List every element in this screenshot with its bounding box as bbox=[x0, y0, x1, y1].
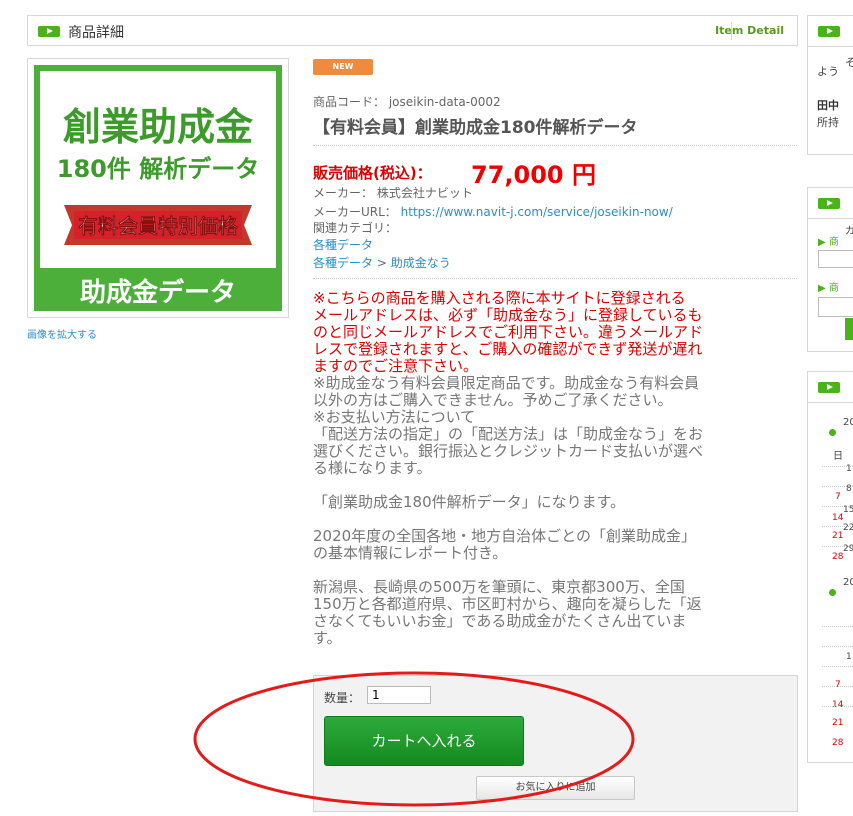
calendar-bullet-icon bbox=[829, 589, 836, 596]
section-title: 商品詳細 bbox=[68, 25, 124, 41]
image-footer: 助成金データ bbox=[80, 277, 236, 308]
maker-url-row: メーカーURL： https://www.navit-j.com/service… bbox=[313, 203, 673, 220]
maker-url-label: メーカーURL： bbox=[313, 205, 397, 219]
calendar-day: 1 bbox=[846, 652, 852, 662]
arrow-icon bbox=[818, 198, 840, 209]
calendar-weekday: 日 bbox=[833, 451, 843, 462]
search-item: ▶ 商 bbox=[818, 283, 839, 294]
category-link-parent[interactable]: 各種データ bbox=[313, 256, 373, 270]
annotation-ellipse bbox=[193, 671, 635, 807]
new-badge: NEW bbox=[313, 59, 373, 75]
product-code: 商品コード： joseikin-data-0002 bbox=[313, 93, 501, 110]
notice-line: メールアドレスは、必ず「助成金なう」に登録しているも bbox=[313, 306, 703, 324]
enlarge-image-link[interactable]: 画像を拡大する bbox=[27, 326, 97, 341]
image-line2: 180件 解析データ bbox=[57, 155, 259, 183]
desc-line: 150万と各都道府県、市区町村から、趣向を凝らした「返 bbox=[313, 595, 702, 613]
search-item: ▶ 商 bbox=[818, 237, 839, 248]
image-band: 有料会員特別価格 bbox=[78, 214, 239, 238]
sidebar-header bbox=[808, 188, 853, 219]
desc-line: 「創業助成金180件解析データ」になります。 bbox=[313, 493, 626, 511]
sidebar-header bbox=[808, 372, 853, 403]
arrow-icon bbox=[38, 26, 60, 37]
desc-line: 「配送方法の指定」の「配送方法」は「助成金なう」をお bbox=[313, 425, 704, 443]
calendar-day: 29 bbox=[843, 544, 853, 554]
user-name: 田中 bbox=[817, 99, 839, 112]
arrow-icon bbox=[818, 382, 840, 393]
product-description: ※こちらの商品を購入される際に本サイトに登録される メールアドレスは、必ず「助成… bbox=[313, 290, 797, 647]
section-header: 商品詳細 Item Detail bbox=[27, 15, 798, 46]
product-image[interactable]: 創業助成金 180件 解析データ 有料会員特別価格 助成金データ bbox=[34, 65, 282, 311]
calendar-day-sunday: 28 bbox=[832, 738, 844, 748]
notice-line: レスで登録されますと、ご購入の確認ができず発送が遅れ bbox=[313, 340, 703, 358]
desc-line: る様になります。 bbox=[313, 459, 432, 477]
calendar-day: 15 bbox=[843, 505, 853, 515]
product-image-frame[interactable]: 創業助成金 180件 解析データ 有料会員特別価格 助成金データ bbox=[27, 58, 289, 318]
calendar-day-sunday: 14 bbox=[832, 700, 844, 710]
maker-value: 株式会社ナビット bbox=[376, 186, 473, 200]
points-label: 所持 bbox=[817, 116, 839, 129]
desc-line: ※お支払い方法について bbox=[313, 408, 476, 426]
category-breadcrumb: 各種データ > 助成金なう bbox=[313, 254, 451, 271]
product-code-value: joseikin-data-0002 bbox=[388, 95, 501, 109]
maker-label: メーカー： bbox=[313, 186, 374, 200]
price-label: 販売価格(税込)： bbox=[313, 164, 432, 182]
calendar-day-sunday: 21 bbox=[832, 531, 844, 541]
calendar-day-sunday: 7 bbox=[835, 492, 841, 502]
search-select[interactable] bbox=[818, 250, 853, 268]
desc-line: す。 bbox=[313, 629, 342, 647]
calendar-month: 20 bbox=[843, 417, 853, 428]
product-code-label: 商品コード： bbox=[313, 95, 386, 109]
search-category-label: カ bbox=[845, 226, 853, 237]
divider bbox=[313, 145, 797, 146]
notice-line: ※こちらの商品を購入される際に本サイトに登録される bbox=[313, 289, 686, 307]
sidebar-login-box bbox=[807, 15, 853, 155]
desc-line: 新潟県、長崎県の500万を筆頭に、東京都300万、全国 bbox=[313, 578, 685, 596]
calendar-day: 8 bbox=[846, 484, 852, 494]
product-name: 【有料会員】創業助成金180件解析データ bbox=[313, 118, 638, 138]
desc-line: さなくてもいいお金」である助成金がたくさん出ていま bbox=[313, 612, 687, 630]
category-link-child[interactable]: 助成金なう bbox=[391, 256, 451, 270]
calendar-day: 1 bbox=[846, 464, 852, 474]
calendar-day-sunday: 28 bbox=[832, 552, 844, 562]
desc-line: 選びください。銀行振込とクレジットカード支払いが選べ bbox=[313, 442, 704, 460]
breadcrumb-separator: > bbox=[376, 256, 387, 270]
search-button[interactable] bbox=[845, 318, 853, 340]
arrow-icon bbox=[818, 26, 840, 37]
calendar-month: 20 bbox=[843, 577, 853, 588]
price-value: 77,000 円 bbox=[471, 161, 596, 189]
search-input[interactable] bbox=[818, 297, 853, 317]
desc-line: 以外の方はご購入できません。予めご了承ください。 bbox=[313, 391, 673, 409]
section-title-en: Item Detail bbox=[715, 24, 784, 37]
maker-row: メーカー： 株式会社ナビット bbox=[313, 184, 473, 201]
calendar-day-sunday: 14 bbox=[832, 513, 844, 523]
category-link-1[interactable]: 各種データ bbox=[313, 236, 373, 253]
calendar-day-sunday: 7 bbox=[835, 680, 841, 690]
notice-line: ますのでご注意下さい。 bbox=[313, 357, 479, 375]
calendar-day: 22 bbox=[843, 523, 853, 533]
category-label: 関連カテゴリ： bbox=[313, 221, 398, 235]
notice-line: のと同じメールアドレスでご利用下さい。違うメールアド bbox=[313, 323, 704, 341]
image-line1: 創業助成金 bbox=[63, 105, 254, 149]
sidebar-header bbox=[808, 16, 853, 47]
calendar-bullet-icon bbox=[829, 429, 836, 436]
calendar-day-sunday: 21 bbox=[832, 718, 844, 728]
welcome-text-2: そ bbox=[845, 56, 853, 69]
divider bbox=[313, 278, 797, 279]
desc-line: ※助成金なう有料会員限定商品です。助成金なう有料会員 bbox=[313, 374, 700, 392]
desc-line: の基本情報にレポート付き。 bbox=[313, 544, 508, 562]
desc-line: 2020年度の全国各地・地方自治体ごとの「創業助成金」 bbox=[313, 527, 697, 545]
maker-url-link[interactable]: https://www.navit-j.com/service/joseikin… bbox=[401, 205, 673, 219]
welcome-text: よう bbox=[817, 65, 839, 78]
